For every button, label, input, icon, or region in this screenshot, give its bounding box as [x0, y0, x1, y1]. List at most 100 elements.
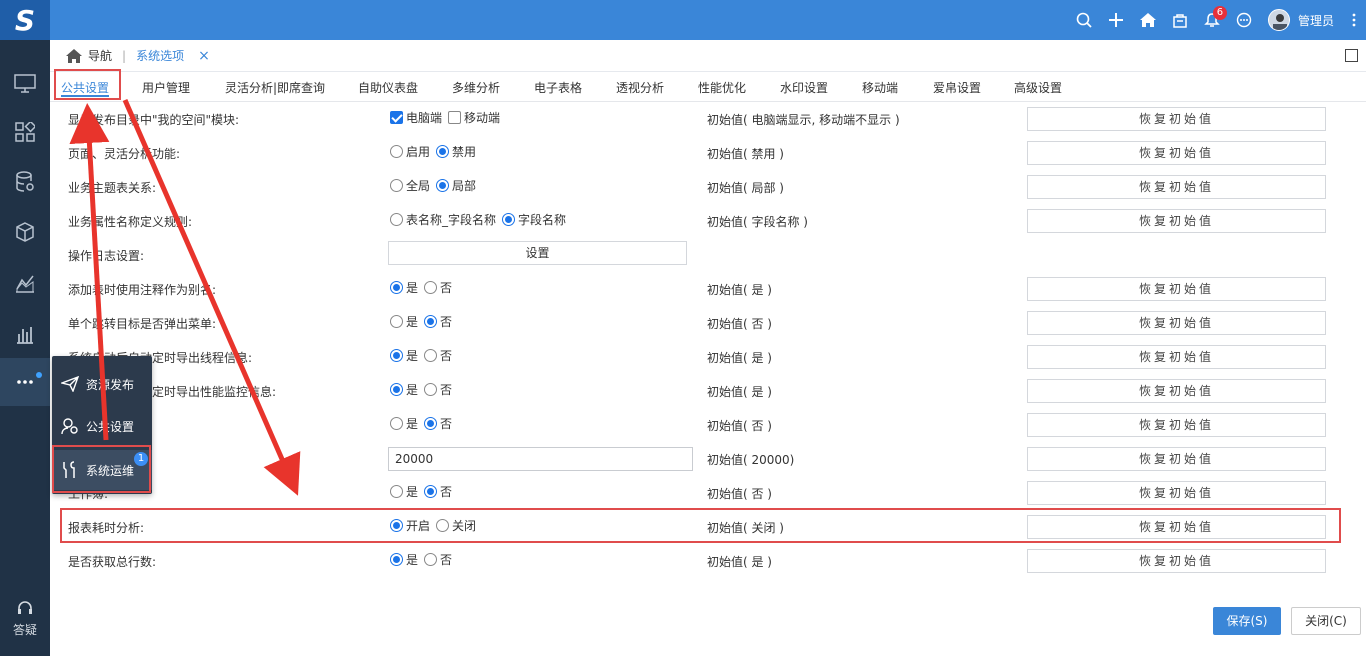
radio-group: 是否 [388, 347, 456, 364]
restore-default-button[interactable]: 恢复初始值 [1027, 481, 1326, 505]
option-label[interactable]: 禁用 [452, 143, 476, 160]
initial-value: 初始值( 字段名称 ) [707, 215, 808, 229]
radio-button[interactable] [424, 553, 438, 566]
radio-button[interactable] [502, 213, 516, 226]
bar-chart-icon[interactable] [0, 310, 50, 358]
radio-button[interactable] [424, 417, 438, 430]
close-tab-icon[interactable]: × [198, 48, 210, 64]
option-label[interactable]: 是 [406, 415, 418, 432]
radio-button[interactable] [390, 417, 403, 430]
option-label[interactable]: 是 [406, 347, 418, 364]
restore-default-button[interactable]: 恢复初始值 [1027, 311, 1326, 335]
tab-multidim-analysis[interactable]: 多维分析 [452, 79, 500, 97]
maximize-icon[interactable] [1345, 49, 1358, 62]
radio-button[interactable] [424, 349, 438, 362]
username[interactable]: 管理员 [1298, 12, 1334, 29]
radio-button[interactable] [390, 349, 403, 362]
radio-button[interactable] [424, 281, 438, 294]
menu-item-public-settings[interactable]: 公共设置 [52, 406, 152, 446]
tab-aibo-settings[interactable]: 爱帛设置 [933, 79, 981, 97]
restore-default-button[interactable]: 恢复初始值 [1027, 345, 1326, 369]
cube-icon[interactable] [0, 208, 50, 256]
restore-default-button[interactable]: 恢复初始值 [1027, 413, 1326, 437]
restore-default-button[interactable]: 恢复初始值 [1027, 379, 1326, 403]
radio-button[interactable] [390, 553, 403, 566]
chart-area-icon[interactable] [0, 260, 50, 308]
export-rows-input[interactable]: 20000 [388, 447, 693, 471]
menu-item-resource-publish[interactable]: 资源发布 [52, 364, 152, 404]
restore-default-button[interactable]: 恢复初始值 [1027, 141, 1326, 165]
option-label[interactable]: 移动端 [464, 109, 500, 126]
restore-default-button[interactable]: 恢复初始值 [1027, 209, 1326, 233]
option-label[interactable]: 是 [406, 483, 418, 500]
radio-button[interactable] [436, 145, 450, 158]
option-label[interactable]: 是 [406, 381, 418, 398]
option-label[interactable]: 否 [440, 279, 452, 296]
radio-button[interactable] [390, 485, 403, 498]
option-label[interactable]: 全局 [406, 177, 430, 194]
monitor-icon[interactable] [0, 60, 50, 108]
option-label[interactable]: 是 [406, 313, 418, 330]
option-label[interactable]: 启用 [406, 143, 430, 160]
radio-button[interactable] [390, 383, 403, 396]
restore-default-button[interactable]: 恢复初始值 [1027, 175, 1326, 199]
tab-advanced[interactable]: 高级设置 [1014, 79, 1062, 97]
chat-icon[interactable] [1228, 0, 1260, 40]
more-icon[interactable] [0, 358, 50, 406]
app-logo[interactable]: S [0, 0, 50, 40]
option-label[interactable]: 电脑端 [406, 109, 442, 126]
more-vertical-icon[interactable] [1342, 0, 1366, 40]
radio-button[interactable] [424, 383, 438, 396]
tab-watermark[interactable]: 水印设置 [780, 79, 828, 97]
apps-icon[interactable] [0, 108, 50, 156]
restore-default-button[interactable]: 恢复初始值 [1027, 447, 1326, 471]
option-label[interactable]: 否 [440, 415, 452, 432]
tab-performance[interactable]: 性能优化 [698, 79, 746, 97]
nav-label[interactable]: 导航 [88, 47, 112, 64]
radio-button[interactable] [424, 315, 438, 328]
search-icon[interactable] [1068, 0, 1100, 40]
database-icon[interactable] [0, 158, 50, 206]
option-label[interactable]: 否 [440, 347, 452, 364]
option-label[interactable]: 否 [440, 551, 452, 568]
restore-default-button[interactable]: 恢复初始值 [1027, 277, 1326, 301]
tab-user-management[interactable]: 用户管理 [142, 79, 190, 97]
log-settings-button[interactable]: 设置 [388, 241, 687, 265]
initial-value: 初始值( 是 ) [707, 351, 772, 365]
tab-system-options[interactable]: 系统选项 [136, 47, 184, 64]
save-button[interactable]: 保存(S) [1213, 607, 1281, 635]
option-label[interactable]: 字段名称 [518, 211, 566, 228]
radio-button[interactable] [436, 179, 450, 192]
radio-button[interactable] [390, 213, 403, 226]
help-button[interactable]: 答疑 [0, 596, 50, 646]
option-label[interactable]: 局部 [452, 177, 476, 194]
radio-button[interactable] [390, 315, 403, 328]
tab-spreadsheet[interactable]: 电子表格 [534, 79, 582, 97]
tab-flex-analysis[interactable]: 灵活分析|即席查询 [225, 79, 325, 97]
option-label[interactable]: 是 [406, 279, 418, 296]
tab-dashboard[interactable]: 自助仪表盘 [358, 79, 418, 97]
option-label[interactable]: 否 [440, 381, 452, 398]
close-button[interactable]: 关闭(C) [1291, 607, 1361, 635]
setting-row: 业务属性名称定义规则: 表名称_字段名称 字段名称 初始值( 字段名称 ) 恢复初始值 [50, 204, 1366, 238]
home-icon[interactable] [1132, 0, 1164, 40]
bag-icon[interactable] [1164, 0, 1196, 40]
radio-button[interactable] [390, 179, 403, 192]
bell-icon[interactable]: 6 [1196, 0, 1228, 40]
avatar[interactable] [1267, 9, 1290, 31]
restore-default-button[interactable]: 恢复初始值 [1027, 107, 1326, 131]
option-label[interactable]: 否 [440, 483, 452, 500]
plus-icon[interactable] [1100, 0, 1132, 40]
tab-pivot-analysis[interactable]: 透视分析 [616, 79, 664, 97]
tab-mobile[interactable]: 移动端 [862, 79, 898, 97]
radio-button[interactable] [390, 281, 403, 294]
radio-button[interactable] [390, 145, 403, 158]
home-icon[interactable] [66, 48, 82, 63]
radio-button[interactable] [424, 485, 438, 498]
option-label[interactable]: 表名称_字段名称 [406, 211, 496, 228]
option-label[interactable]: 否 [440, 313, 452, 330]
checkbox[interactable] [448, 111, 462, 124]
checkbox[interactable] [390, 111, 403, 124]
restore-default-button[interactable]: 恢复初始值 [1027, 549, 1326, 573]
option-label[interactable]: 是 [406, 551, 418, 568]
